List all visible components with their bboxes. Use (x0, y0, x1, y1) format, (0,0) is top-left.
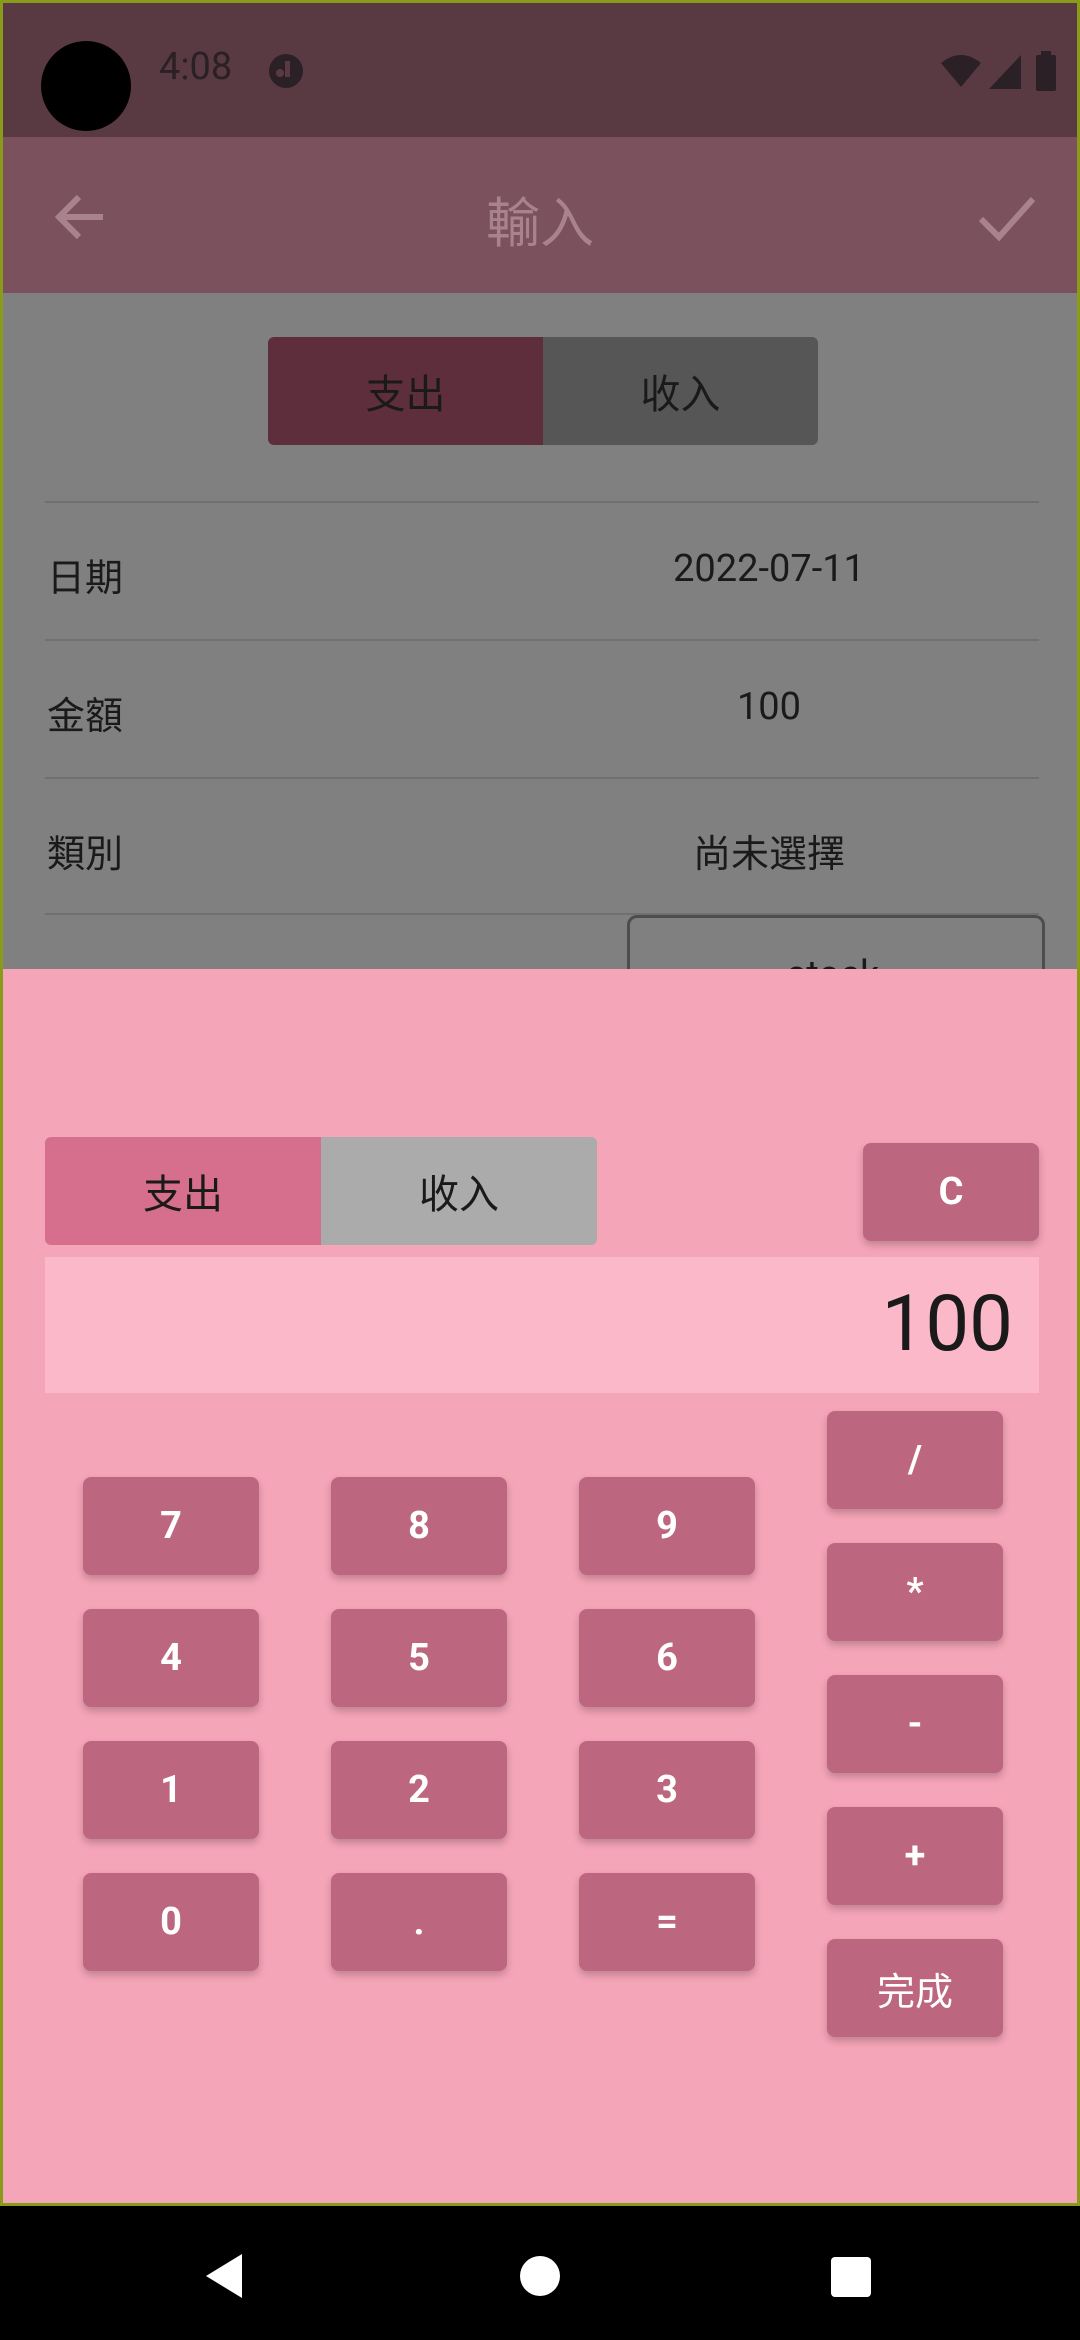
nav-recents-icon[interactable] (830, 2256, 872, 2298)
key-multiply[interactable]: * (827, 1543, 1003, 1641)
cell-signal-icon (989, 55, 1021, 89)
type-segmented-control: 支出 收入 (268, 337, 818, 445)
category-value: 尚未選擇 (692, 833, 845, 877)
camera-cutout (41, 41, 131, 131)
key-plus[interactable]: + (827, 1807, 1003, 1905)
key-6[interactable]: 6 (579, 1609, 755, 1707)
date-row[interactable]: 日期 2022-07-11 (45, 501, 1039, 641)
calculator-sheet: 支出 收入 C 100 7 8 9 4 5 6 1 2 3 0 . = / * … (3, 969, 1077, 2203)
key-1[interactable]: 1 (83, 1741, 259, 1839)
page-title: 輸入 (486, 193, 594, 256)
battery-icon (1036, 51, 1056, 91)
nav-home-icon[interactable] (518, 2254, 562, 2298)
navigation-bar (0, 2206, 1080, 2340)
date-label: 日期 (47, 557, 124, 601)
key-minus[interactable]: - (827, 1675, 1003, 1773)
status-time: 4:08 (159, 45, 233, 89)
key-0[interactable]: 0 (83, 1873, 259, 1971)
amount-value: 100 (736, 685, 802, 729)
key-7[interactable]: 7 (83, 1477, 259, 1575)
screen: 4:08 輸入 支出 收入 日期 2022-07-11 金額 100 類別 尚未… (0, 0, 1080, 2206)
calc-tab-expense[interactable]: 支出 (45, 1137, 321, 1245)
tab-income[interactable]: 收入 (543, 337, 818, 445)
key-decimal[interactable]: . (331, 1873, 507, 1971)
amount-row[interactable]: 金額 100 (45, 639, 1039, 779)
key-9[interactable]: 9 (579, 1477, 755, 1575)
category-row[interactable]: 類別 尚未選擇 (45, 777, 1039, 917)
key-2[interactable]: 2 (331, 1741, 507, 1839)
done-button[interactable]: 完成 (827, 1939, 1003, 2037)
clear-button[interactable]: C (863, 1143, 1039, 1241)
key-equals[interactable]: = (579, 1873, 755, 1971)
date-value: 2022-07-11 (673, 547, 865, 591)
calculator-display: 100 (45, 1257, 1039, 1393)
tab-expense[interactable]: 支出 (268, 337, 543, 445)
status-bar: 4:08 (3, 3, 1077, 137)
key-5[interactable]: 5 (331, 1609, 507, 1707)
app-notification-icon (269, 54, 303, 88)
key-3[interactable]: 3 (579, 1741, 755, 1839)
amount-label: 金額 (47, 695, 124, 739)
calculator-type-toggle: 支出 收入 (45, 1137, 597, 1245)
calc-tab-income[interactable]: 收入 (321, 1137, 597, 1245)
key-8[interactable]: 8 (331, 1477, 507, 1575)
display-value: 100 (881, 1279, 1013, 1370)
category-label: 類別 (47, 833, 124, 877)
key-4[interactable]: 4 (83, 1609, 259, 1707)
app-bar: 輸入 (3, 137, 1077, 293)
wifi-icon (941, 55, 981, 87)
key-divide[interactable]: / (827, 1411, 1003, 1509)
nav-back-icon[interactable] (202, 2252, 246, 2300)
confirm-check-icon[interactable] (975, 187, 1039, 247)
